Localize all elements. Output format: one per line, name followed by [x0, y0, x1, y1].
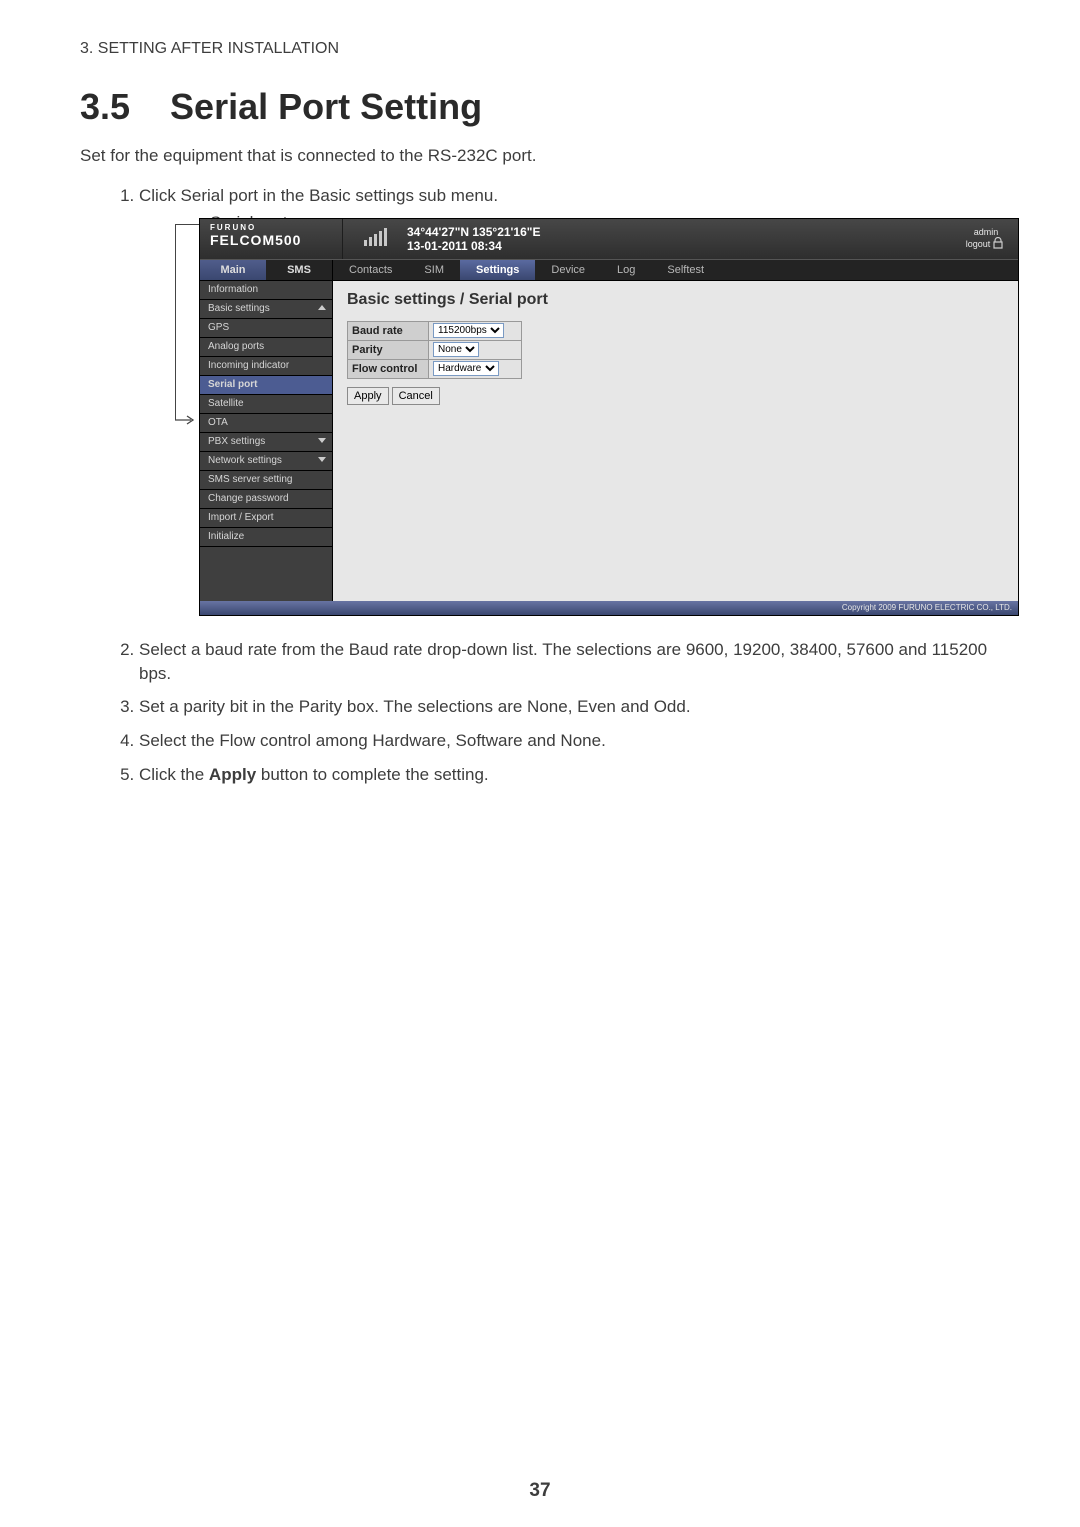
- admin-label: admin: [974, 227, 999, 237]
- coordinates-readout: 34°44'27"N 135°21'16"E 13-01-2011 08:34: [407, 225, 540, 253]
- intro-text: Set for the equipment that is connected …: [80, 146, 1000, 166]
- step-3: Set a parity bit in the Parity box. The …: [139, 695, 1000, 719]
- panel-title: Basic settings / Serial port: [347, 291, 1004, 309]
- side-tab-sms[interactable]: SMS: [266, 260, 332, 280]
- section-number: 3.5: [80, 86, 130, 127]
- sidebar-item-basic-settings[interactable]: Basic settings: [200, 300, 332, 319]
- brand-block: FURUNO FELCOM500: [200, 219, 343, 259]
- section-title: Serial Port Setting: [170, 86, 482, 127]
- coords-line1: 34°44'27"N 135°21'16"E: [407, 225, 540, 239]
- parity-label: Parity: [348, 340, 429, 359]
- main-panel: Basic settings / Serial port Baud rate 1…: [333, 281, 1018, 601]
- lock-icon: [992, 237, 1006, 251]
- sidebar-item-pbx-settings[interactable]: PBX settings: [200, 433, 332, 452]
- tab-settings[interactable]: Settings: [460, 260, 535, 280]
- sidebar-item-incoming-indicator[interactable]: Incoming indicator: [200, 357, 332, 376]
- side-tab-main[interactable]: Main: [200, 260, 266, 280]
- callout-line: [175, 224, 176, 420]
- brand-small: FURUNO: [210, 223, 342, 232]
- sidebar-item-serial-port[interactable]: Serial port: [200, 376, 332, 395]
- baud-rate-label: Baud rate: [348, 321, 429, 340]
- section-heading: 3.5 Serial Port Setting: [80, 86, 1000, 128]
- tab-device[interactable]: Device: [535, 260, 601, 280]
- sidebar-item-import-export[interactable]: Import / Export: [200, 509, 332, 528]
- tab-sim[interactable]: SIM: [408, 260, 460, 280]
- brand-product: FELCOM500: [210, 232, 342, 248]
- apply-button[interactable]: Apply: [347, 387, 389, 405]
- flow-control-label: Flow control: [348, 359, 429, 378]
- coords-line2: 13-01-2011 08:34: [407, 239, 540, 253]
- arrow-right-icon: [175, 414, 197, 426]
- sidebar-item-initialize[interactable]: Initialize: [200, 528, 332, 547]
- sidebar-item-sms-server-setting[interactable]: SMS server setting: [200, 471, 332, 490]
- cancel-button[interactable]: Cancel: [392, 387, 440, 405]
- sub-header: Main SMS Contacts SIM Settings Device Lo…: [200, 259, 1018, 281]
- sidebar-item-network-settings[interactable]: Network settings: [200, 452, 332, 471]
- header-middle: 34°44'27"N 135°21'16"E 13-01-2011 08:34: [343, 219, 954, 259]
- sidebar-item-analog-ports[interactable]: Analog ports: [200, 338, 332, 357]
- logout-link[interactable]: logout: [966, 239, 991, 249]
- tab-contacts[interactable]: Contacts: [333, 260, 408, 280]
- app-header: FURUNO FELCOM500 34°44'27"N 135°21'16"E …: [200, 219, 1018, 259]
- admin-area[interactable]: admin logout: [954, 219, 1018, 259]
- step-5: Click the Apply button to complete the s…: [139, 763, 1000, 787]
- signal-icon: [343, 228, 407, 249]
- serial-port-form: Baud rate 115200bps Parity N: [347, 321, 522, 379]
- sidebar-item-change-password[interactable]: Change password: [200, 490, 332, 509]
- app-screenshot: FURUNO FELCOM500 34°44'27"N 135°21'16"E …: [199, 218, 1019, 616]
- callout-line: [175, 224, 201, 225]
- step-2: Select a baud rate from the Baud rate dr…: [139, 638, 1000, 686]
- sidebar-item-gps[interactable]: GPS: [200, 319, 332, 338]
- sidebar: Information Basic settings GPS Analog po…: [200, 281, 333, 601]
- tab-selftest[interactable]: Selftest: [651, 260, 720, 280]
- sidebar-item-ota[interactable]: OTA: [200, 414, 332, 433]
- chapter-line: 3. SETTING AFTER INSTALLATION: [80, 40, 1000, 58]
- app-footer: Copyright 2009 FURUNO ELECTRIC CO., LTD.: [200, 601, 1018, 615]
- parity-select[interactable]: None: [433, 342, 479, 357]
- page-number: 37: [0, 1480, 1080, 1502]
- step-1: Click Serial port in the Basic settings …: [139, 184, 1000, 208]
- sidebar-item-satellite[interactable]: Satellite: [200, 395, 332, 414]
- baud-rate-select[interactable]: 115200bps: [433, 323, 504, 338]
- flow-control-select[interactable]: Hardware: [433, 361, 499, 376]
- step-4: Select the Flow control among Hardware, …: [139, 729, 1000, 753]
- sidebar-item-information[interactable]: Information: [200, 281, 332, 300]
- tab-log[interactable]: Log: [601, 260, 651, 280]
